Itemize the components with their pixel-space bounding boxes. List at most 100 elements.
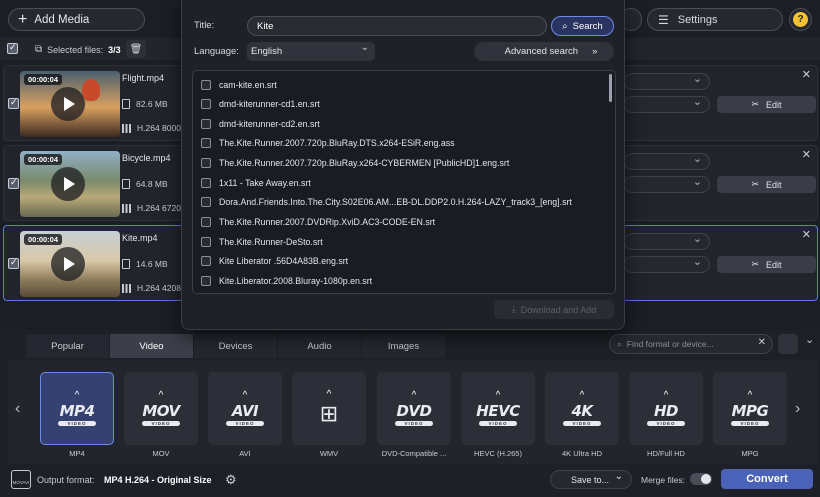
merge-files-toggle[interactable]	[690, 473, 712, 485]
format-avi[interactable]: ^ AVI VIDEO	[208, 372, 282, 445]
trash-icon: 🗑	[129, 43, 143, 55]
result-checkbox[interactable]	[201, 158, 211, 168]
format-4k[interactable]: ^ 4K VIDEO	[545, 372, 619, 445]
tab-video[interactable]: Video	[110, 334, 194, 358]
collapse-icon[interactable]: ⌄	[805, 333, 814, 346]
audio-track-dropdown[interactable]	[624, 152, 710, 170]
format-label: AVI	[239, 449, 251, 458]
remove-file-icon[interactable]: ✕	[802, 148, 811, 161]
sliders-icon: ☰	[658, 12, 669, 27]
list-item[interactable]: dmd-kiterunner-cd2.en.srt	[201, 117, 320, 131]
tab-audio[interactable]: Audio	[278, 334, 362, 358]
codec-icon	[122, 123, 131, 133]
search-button[interactable]: ⌕ Search	[551, 16, 614, 36]
format-hd[interactable]: ^ HD VIDEO	[629, 372, 703, 445]
subtitle-dropdown[interactable]	[624, 175, 710, 193]
format-mpg[interactable]: ^ MPG VIDEO	[713, 372, 787, 445]
format-dvd[interactable]: ^ DVD VIDEO	[377, 372, 451, 445]
result-name: dmd-kiterunner-cd2.en.srt	[219, 119, 320, 129]
remove-file-icon[interactable]: ✕	[802, 228, 811, 241]
list-item[interactable]: The.Kite.Runner-DeSto.srt	[201, 235, 323, 249]
result-checkbox[interactable]	[201, 119, 211, 129]
add-media-button[interactable]: + Add Media	[8, 8, 145, 31]
remove-file-icon[interactable]: ✕	[802, 68, 811, 81]
tab-images[interactable]: Images	[362, 334, 446, 358]
list-item[interactable]: Kite.Liberator.2008.Bluray-1080p.en.srt	[201, 274, 372, 288]
language-select[interactable]: English	[247, 42, 375, 61]
list-item[interactable]: The.Kite.Runner.2007.720p.BluRay.x264-CY…	[201, 156, 509, 170]
format-hevc[interactable]: ^ HEVC VIDEO	[461, 372, 535, 445]
convert-button[interactable]: Convert	[721, 469, 813, 489]
result-checkbox[interactable]	[201, 80, 211, 90]
subtitle-dropdown[interactable]	[624, 95, 710, 113]
format-label: DVD-Compatible ...	[381, 449, 447, 458]
format-mp4[interactable]: ^ MP4 VIDEO	[40, 372, 114, 445]
audio-track-dropdown[interactable]	[624, 232, 710, 250]
list-item[interactable]: Dora.And.Friends.Into.The.City.S02E06.AM…	[201, 195, 572, 209]
list-item[interactable]: cam-kite.en.srt	[201, 78, 277, 92]
caret-icon: ^	[495, 389, 501, 401]
edit-button[interactable]: ✂ Edit	[717, 176, 816, 193]
chevron-right-icon[interactable]: ›	[795, 400, 800, 418]
select-all-checkbox[interactable]	[7, 43, 18, 54]
title-input[interactable]	[247, 16, 547, 36]
play-icon[interactable]	[51, 167, 85, 201]
format-logo: 4K	[571, 401, 593, 420]
edit-button[interactable]: ✂ Edit	[717, 96, 816, 113]
list-item[interactable]: dmd-kiterunner-cd1.en.srt	[201, 97, 320, 111]
list-item[interactable]: 1x11 - Take Away.en.srt	[201, 176, 311, 190]
device-detect-button[interactable]	[778, 334, 798, 354]
tab-devices[interactable]: Devices	[194, 334, 278, 358]
result-name: cam-kite.en.srt	[219, 80, 277, 90]
output-format-icon: MOVAVI	[11, 470, 31, 489]
file-checkbox[interactable]	[8, 178, 19, 189]
gear-icon[interactable]: ⚙	[225, 472, 237, 488]
result-checkbox[interactable]	[201, 138, 211, 148]
result-checkbox[interactable]	[201, 217, 211, 227]
subtitle-results-list[interactable]: cam-kite.en.srt dmd-kiterunner-cd1.en.sr…	[192, 70, 616, 294]
audio-track-dropdown[interactable]	[624, 72, 710, 90]
help-button[interactable]: ?	[789, 8, 812, 31]
duration-badge: 00:00:04	[24, 74, 63, 85]
video-thumbnail[interactable]: 00:00:04	[20, 71, 120, 137]
codec-icon	[122, 283, 131, 293]
subtitle-dropdown[interactable]	[624, 255, 710, 273]
file-checkbox[interactable]	[8, 258, 19, 269]
download-and-add-button[interactable]: ⤓ Download and Add	[494, 300, 614, 319]
result-checkbox[interactable]	[201, 99, 211, 109]
list-item[interactable]: Kite Liberator .56D4A83B.eng.srt	[201, 254, 348, 268]
delete-button[interactable]: 🗑	[126, 40, 146, 58]
result-checkbox[interactable]	[201, 197, 211, 207]
list-item[interactable]: The.Kite.Runner.2007.720p.BluRay.DTS.x26…	[201, 136, 455, 150]
file-checkbox[interactable]	[8, 98, 19, 109]
save-to-button[interactable]: Save to...	[550, 470, 632, 489]
caret-icon: ^	[411, 389, 417, 401]
video-thumbnail[interactable]: 00:00:04	[20, 151, 120, 217]
play-icon[interactable]	[51, 87, 85, 121]
format-logo: MP4	[59, 401, 95, 420]
language-value: English	[251, 46, 283, 57]
caret-icon: ^	[747, 389, 753, 401]
video-badge: VIDEO	[142, 420, 180, 426]
file-name: Flight.mp4	[122, 73, 165, 83]
result-checkbox[interactable]	[201, 256, 211, 266]
video-thumbnail[interactable]: 00:00:04	[20, 231, 120, 297]
advanced-search-button[interactable]: Advanced search »	[474, 42, 614, 61]
format-wmv[interactable]: ^ ⊞	[292, 372, 366, 445]
result-checkbox[interactable]	[201, 237, 211, 247]
clear-search-icon[interactable]: ✕	[758, 337, 766, 348]
format-search-input[interactable]: ⌕ Find format or device... ✕	[609, 334, 773, 354]
settings-label: Settings	[677, 13, 718, 26]
list-item[interactable]: The.Kite.Runner.2007.DVDRip.XviD.AC3-COD…	[201, 215, 435, 229]
tab-popular[interactable]: Popular	[26, 334, 110, 358]
format-mov[interactable]: ^ MOV VIDEO	[124, 372, 198, 445]
result-checkbox[interactable]	[201, 178, 211, 188]
video-badge: VIDEO	[647, 420, 685, 426]
settings-button[interactable]: ☰ Settings	[647, 8, 783, 31]
play-icon[interactable]	[51, 247, 85, 281]
chevron-left-icon[interactable]: ‹	[15, 400, 20, 418]
result-checkbox[interactable]	[201, 276, 211, 286]
edit-button[interactable]: ✂ Edit	[717, 256, 816, 273]
results-scrollbar[interactable]	[609, 74, 612, 102]
result-name: Dora.And.Friends.Into.The.City.S02E06.AM…	[219, 197, 572, 207]
